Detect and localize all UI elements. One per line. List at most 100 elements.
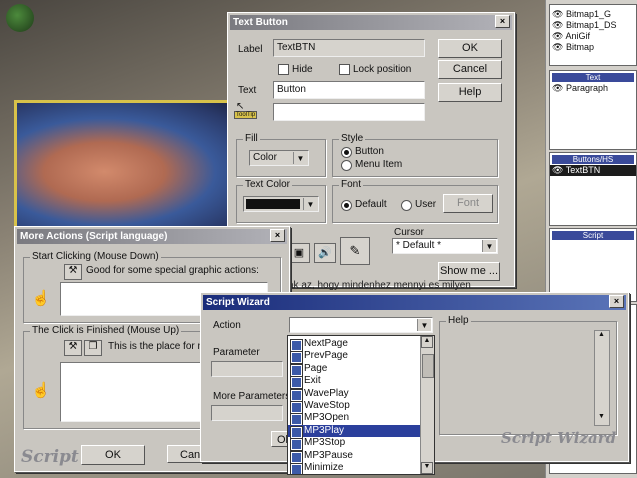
wand-icon[interactable]: ⚒ — [64, 340, 82, 356]
action-list-item[interactable]: NextPage — [288, 338, 420, 351]
scroll-down-icon[interactable]: ▼ — [421, 462, 433, 474]
list-item[interactable]: 👁 Bitmap1_G — [552, 9, 611, 20]
action-label: MP3Stop — [304, 437, 346, 449]
style-menu-item-radio[interactable] — [341, 160, 352, 171]
list-item[interactable]: 👁 Bitmap1_DS — [552, 20, 616, 31]
eye-icon: 👁 — [552, 42, 564, 52]
ok-button[interactable]: OK — [81, 445, 145, 465]
fill-select[interactable]: Color ▼ — [249, 150, 309, 166]
ok-button[interactable]: OK — [438, 39, 502, 58]
start-desc: Good for some special graphic actions: — [86, 265, 259, 276]
script-list: Script — [549, 228, 637, 302]
close-button[interactable]: × — [270, 229, 285, 242]
action-list-item[interactable]: MP3Open — [288, 412, 420, 426]
color-swatch — [246, 199, 300, 209]
close-button[interactable]: × — [609, 295, 624, 308]
font-default-radio[interactable] — [341, 200, 352, 211]
fill-group: Fill Color ▼ — [236, 133, 326, 177]
buttons-panel-header: Buttons/HS — [552, 155, 634, 164]
cursor-select[interactable]: * Default * ▼ — [392, 238, 498, 254]
dialog-title: More Actions (Script language) — [20, 231, 168, 242]
text-panel-header: Text — [552, 73, 634, 82]
bitmap-list: 👁 Bitmap1_G 👁 Bitmap1_DS 👁 AniGif 👁 Bitm… — [549, 4, 637, 66]
script-wizard-watermark: Script Wizard — [501, 429, 617, 447]
font-group-label: Font — [339, 179, 364, 190]
hand-cursor-icon: ☝ — [31, 382, 51, 399]
list-item-label: Bitmap1_G — [565, 9, 611, 19]
eye-icon: 👁 — [552, 83, 564, 93]
action-dropdown-list[interactable]: NextPage PrevPage Page Exit WavePlay WaveStop… — [287, 335, 435, 475]
action-list-item[interactable]: WaveStop — [288, 400, 420, 413]
style-group: Style Button Menu Item — [332, 133, 498, 177]
action-list-item[interactable]: MP3Play — [288, 424, 420, 438]
action-icon — [291, 389, 302, 401]
show-me-button[interactable]: Show me ... — [438, 262, 500, 281]
scroll-up-icon[interactable]: ▲ — [595, 331, 608, 343]
script-watermark: Script — [21, 447, 79, 467]
text-list: Text 👁 Paragraph — [549, 70, 637, 150]
script-panel-header: Script — [552, 231, 634, 240]
help-scrollbar[interactable]: ▲ ▼ — [594, 330, 610, 426]
hand-cursor-icon: ☝ — [31, 290, 51, 307]
action-select[interactable]: ▼ — [289, 317, 433, 333]
fill-group-label: Fill — [243, 133, 260, 144]
copy-icon[interactable]: ❐ — [84, 340, 102, 356]
list-item-label: TextBTN — [565, 165, 601, 175]
chevron-down-icon: ▼ — [303, 198, 317, 210]
sound-icon[interactable]: 🔊 — [314, 243, 336, 263]
action-list-item[interactable]: WavePlay — [288, 388, 420, 401]
scroll-up-icon[interactable]: ▲ — [421, 336, 433, 348]
start-group-label: Start Clicking (Mouse Down) — [30, 251, 161, 262]
style-group-label: Style — [339, 133, 366, 144]
action-label: Minimize — [304, 461, 344, 473]
script-edit-icon[interactable]: ✎ — [340, 237, 370, 265]
action-list-item[interactable]: Page — [288, 363, 420, 376]
background-text: ak az, hogy mindenhez mennyi es milyen — [288, 280, 471, 291]
action-list-item[interactable]: Minimize — [288, 462, 420, 474]
font-user-radio[interactable] — [401, 200, 412, 211]
action-list-item[interactable]: MP3Pause — [288, 449, 420, 463]
action-label: NextPage — [304, 338, 348, 349]
text-color-select[interactable]: ▼ — [243, 196, 319, 212]
label-field[interactable]: TextBTN — [273, 39, 425, 57]
hide-checkbox[interactable] — [278, 64, 289, 75]
actions-list: NextPage PrevPage Page Exit WavePlay WaveStop… — [288, 338, 420, 474]
image-tool-icon[interactable]: ▣ — [288, 243, 310, 263]
list-item[interactable]: 👁 Bitmap — [552, 42, 594, 53]
style-menu-item-label: Menu Item — [355, 159, 403, 170]
list-item-label: Paragraph — [565, 83, 608, 93]
action-icon — [291, 377, 302, 389]
style-button-radio[interactable] — [341, 147, 352, 158]
more-parameters-field[interactable] — [211, 405, 283, 421]
scroll-thumb[interactable] — [422, 354, 434, 378]
text-field[interactable]: Button — [273, 81, 425, 99]
help-group: Help ▲ ▼ — [439, 315, 617, 435]
action-icon — [291, 463, 302, 474]
list-item-label: AniGif — [565, 31, 590, 41]
tooltip-field[interactable] — [273, 103, 425, 121]
action-list-item[interactable]: PrevPage — [288, 350, 420, 364]
list-item[interactable]: 👁 Paragraph — [552, 83, 608, 94]
text-button-titlebar: Text Button — [230, 15, 512, 30]
list-item-selected[interactable]: 👁 TextBTN — [550, 165, 636, 176]
close-button[interactable]: × — [495, 15, 510, 28]
font-default-label: Default — [355, 199, 387, 210]
cancel-button[interactable]: Cancel — [438, 60, 502, 79]
eye-icon: 👁 — [552, 9, 564, 19]
action-list-item[interactable]: Exit — [288, 375, 420, 389]
desktop-icon[interactable] — [6, 4, 34, 32]
list-item[interactable]: 👁 AniGif — [552, 31, 590, 42]
action-list-item[interactable]: MP3Stop — [288, 437, 420, 451]
help-button[interactable]: Help — [438, 83, 502, 102]
lock-position-checkbox[interactable] — [339, 64, 350, 75]
finish-group-label: The Click is Finished (Mouse Up) — [30, 325, 182, 336]
font-button[interactable]: Font — [443, 194, 493, 213]
action-label: MP3Pause — [304, 449, 353, 461]
wand-icon[interactable]: ⚒ — [64, 264, 82, 280]
action-label: MP3Play — [304, 424, 345, 436]
dropdown-scrollbar[interactable]: ▲ ▼ — [420, 336, 434, 474]
lock-position-label: Lock position — [353, 64, 412, 75]
parameter-field[interactable] — [211, 361, 283, 377]
eye-icon: 👁 — [552, 20, 564, 30]
scroll-down-icon[interactable]: ▼ — [595, 413, 608, 425]
